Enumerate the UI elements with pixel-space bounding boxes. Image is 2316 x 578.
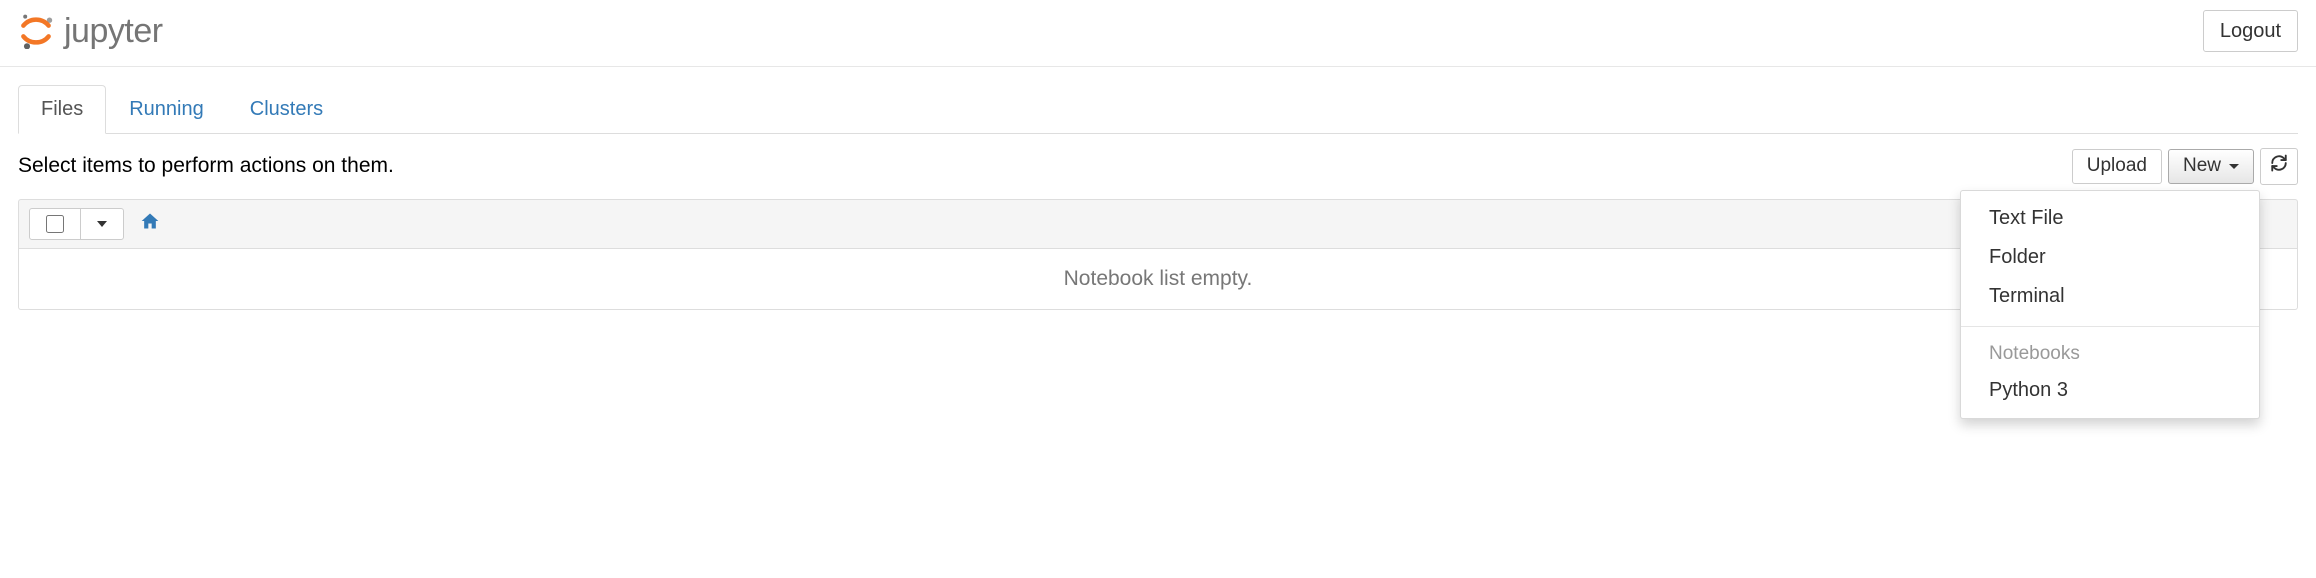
menu-item-folder[interactable]: Folder — [1961, 238, 2259, 277]
menu-item-terminal[interactable]: Terminal — [1961, 277, 2259, 316]
tab-clusters[interactable]: Clusters — [227, 85, 346, 134]
menu-item-python3[interactable]: Python 3 — [1961, 371, 2259, 410]
new-button[interactable]: New — [2168, 149, 2254, 184]
brand-logo[interactable]: jupyter — [18, 12, 163, 51]
menu-section-header: Notebooks — [1961, 337, 2259, 371]
breadcrumb-home[interactable] — [140, 211, 160, 237]
toolbar: Select items to perform actions on them.… — [18, 134, 2298, 199]
tabs-bar: Files Running Clusters — [18, 85, 2298, 134]
tab-running[interactable]: Running — [106, 85, 227, 134]
toolbar-hint: Select items to perform actions on them. — [18, 154, 394, 178]
empty-message: Notebook list empty. — [1064, 267, 1253, 290]
new-button-label: New — [2183, 155, 2221, 178]
app-header: jupyter Logout — [0, 0, 2316, 67]
caret-down-icon — [97, 221, 107, 227]
menu-item-text-file[interactable]: Text File — [1961, 199, 2259, 238]
tab-files[interactable]: Files — [18, 85, 106, 134]
select-all-group — [29, 208, 124, 240]
select-all-checkbox[interactable] — [46, 215, 64, 233]
file-list-body: Notebook list empty. — [18, 249, 2298, 310]
logout-button[interactable]: Logout — [2203, 10, 2298, 52]
select-menu-toggle[interactable] — [81, 209, 123, 239]
toolbar-actions: Upload New Text File Folder Ter — [2072, 148, 2298, 185]
upload-button[interactable]: Upload — [2072, 149, 2162, 184]
file-list-header — [18, 199, 2298, 249]
select-all-checkbox-wrap[interactable] — [30, 209, 81, 239]
new-dropdown-menu: Text File Folder Terminal Notebooks Pyth… — [1960, 190, 2260, 419]
caret-down-icon — [2229, 164, 2239, 169]
brand-text: jupyter — [64, 12, 163, 51]
menu-divider — [1961, 326, 2259, 327]
home-icon — [140, 211, 160, 231]
jupyter-icon — [18, 13, 54, 49]
main-container: Files Running Clusters Select items to p… — [0, 85, 2316, 310]
refresh-button[interactable] — [2260, 148, 2298, 185]
refresh-icon — [2270, 154, 2288, 179]
